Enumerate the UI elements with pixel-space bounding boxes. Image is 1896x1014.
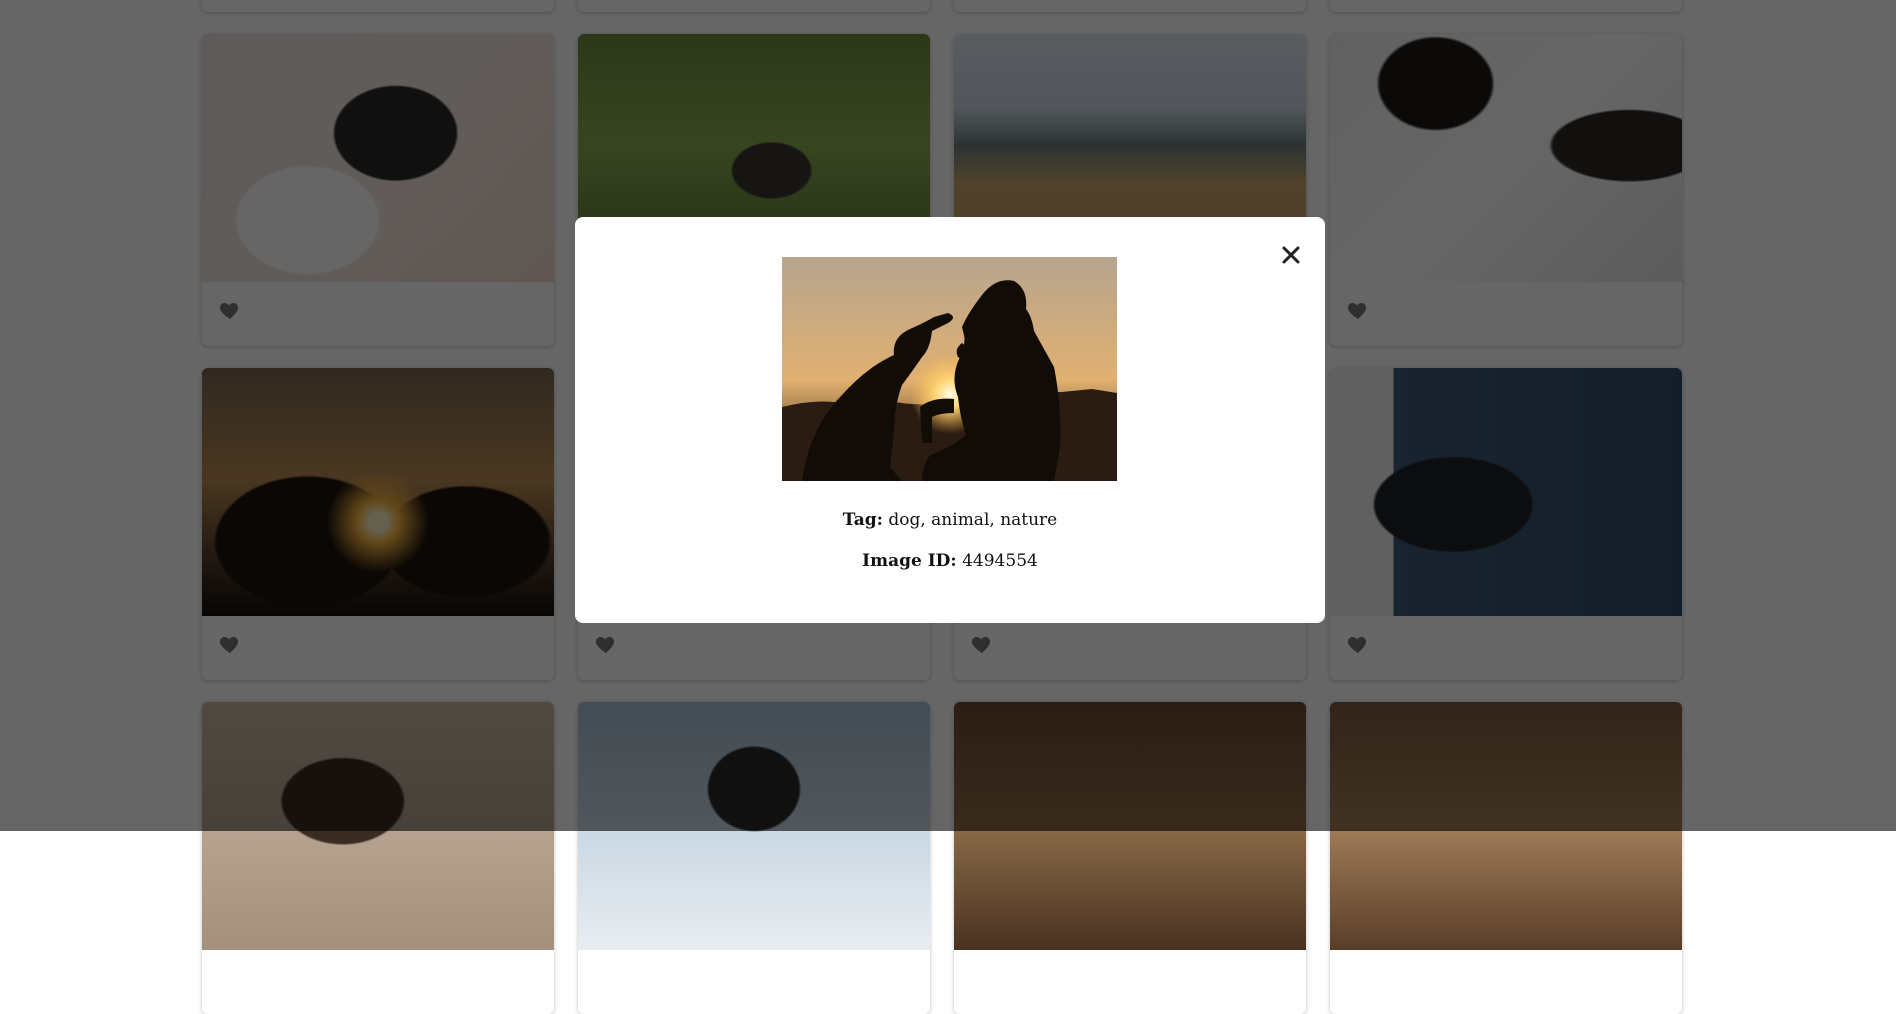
modal-image [782,257,1117,481]
close-button[interactable] [1279,243,1303,267]
image-detail-modal: Tag: dog, animal, nature Image ID: 44945… [575,217,1325,623]
image-tags: Tag: dog, animal, nature [575,510,1325,530]
image-id: Image ID: 4494554 [575,551,1325,571]
image-id-value: 4494554 [962,551,1038,571]
tag-value: dog, animal, nature [888,510,1058,530]
close-icon [1279,245,1303,265]
tag-label: Tag: [842,510,883,530]
image-id-label: Image ID: [862,551,957,571]
